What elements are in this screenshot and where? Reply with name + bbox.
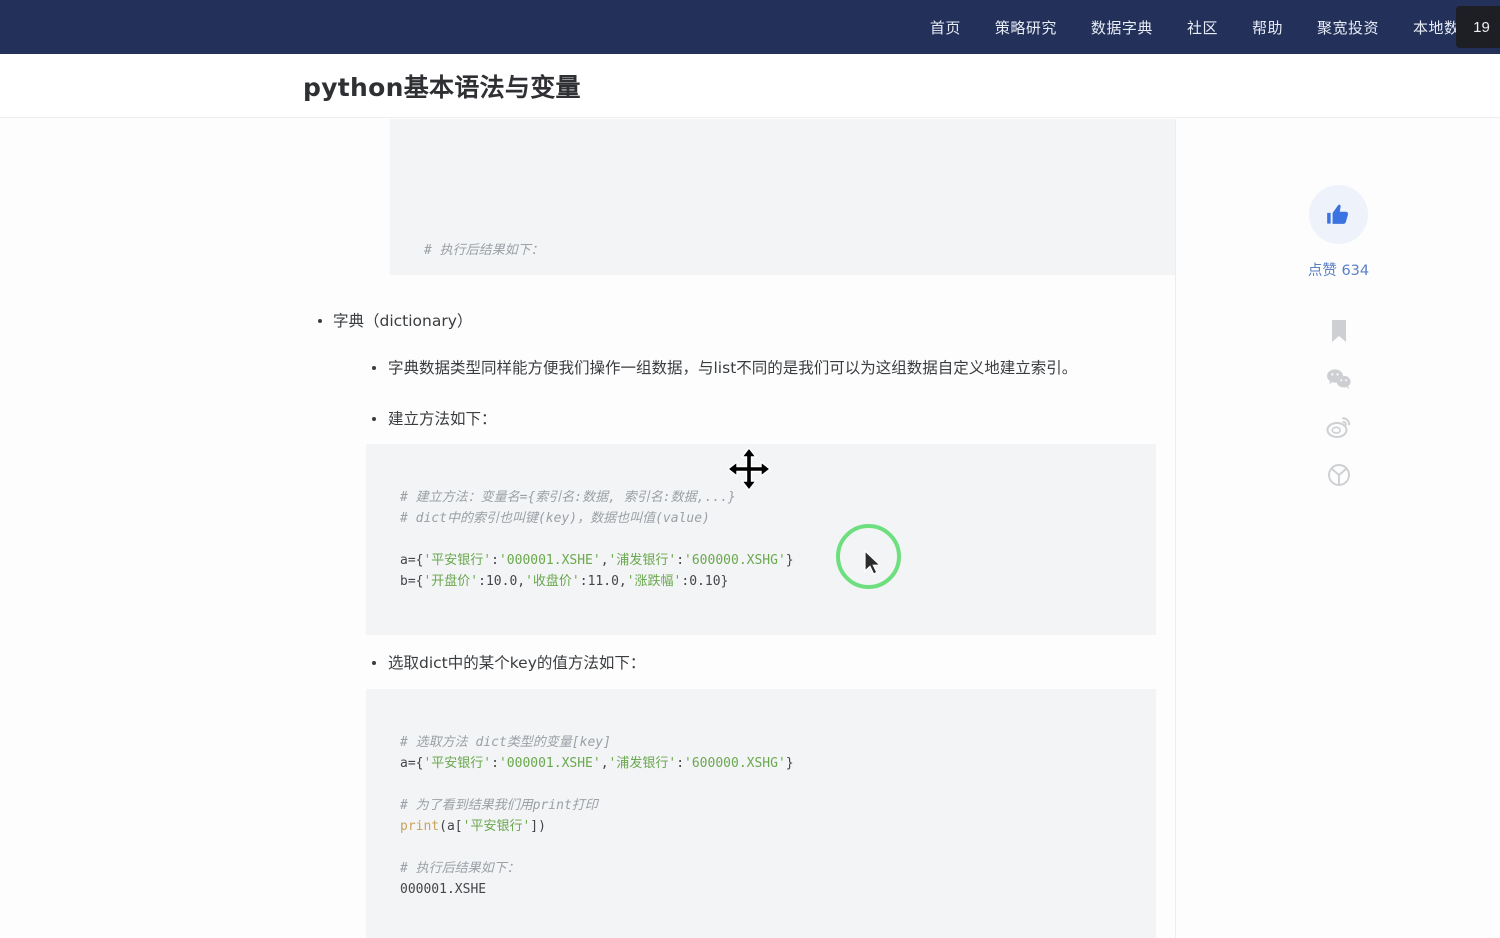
code-string: '浦发银行'	[608, 553, 677, 569]
nav-strategy-research[interactable]: 策略研究	[978, 11, 1074, 44]
code-output: 000001.XSHE	[400, 882, 487, 898]
code-comment-create: # 建立方法：变量名={索引名:数据, 索引名:数据,...}	[400, 490, 736, 506]
page-root: 首页 策略研究 数据字典 社区 帮助 聚宽投资 本地数据 19 python基本…	[0, 0, 1500, 938]
outline-level-2: 字典数据类型同样能方便我们操作一组数据，与list不同的是我们可以为这组数据自定…	[366, 356, 1175, 938]
bookmark-icon[interactable]	[1326, 318, 1352, 344]
dict-intro-text: 字典数据类型同样能方便我们操作一组数据，与list不同的是我们可以为这组数据自定…	[388, 358, 1078, 377]
qzone-icon[interactable]	[1326, 462, 1352, 488]
code-string: '收盘价'	[525, 574, 580, 590]
page-title: python基本语法与变量	[303, 72, 581, 102]
code-token: :	[676, 756, 685, 772]
code-string: '600000.XSHG'	[684, 553, 786, 569]
code-token: :	[491, 553, 499, 569]
share-icon-list	[1326, 318, 1352, 488]
code-string: '000001.XSHE'	[498, 756, 601, 772]
nav-home[interactable]: 首页	[913, 11, 978, 44]
code-token: :11.0,	[579, 574, 627, 590]
code-token: a={	[400, 756, 424, 772]
code-comment-result: # 执行后结果如下：	[400, 861, 520, 877]
nav-community[interactable]: 社区	[1170, 11, 1235, 44]
title-bar: python基本语法与变量	[0, 54, 1500, 118]
code-string: '浦发银行'	[608, 756, 677, 772]
nav-data-dictionary[interactable]: 数据字典	[1074, 11, 1170, 44]
nav-help[interactable]: 帮助	[1235, 11, 1300, 44]
notification-badge[interactable]: 19	[1456, 6, 1500, 48]
nav-joinquant-investment[interactable]: 聚宽投资	[1300, 11, 1396, 44]
article-body: # 执行后结果如下： [3] [1, 2, 3] [4] [1, 2, 3, 4…	[0, 119, 1175, 938]
select-key-heading: 选取dict中的某个key的值方法如下：	[388, 654, 646, 673]
like-button[interactable]: 点赞 634	[1308, 185, 1369, 280]
create-method-heading: 建立方法如下：	[388, 409, 497, 428]
code-comment-print: # 为了看到结果我们用print打印	[400, 798, 598, 814]
article-content: # 执行后结果如下： [3] [1, 2, 3] [4] [1, 2, 3, 4…	[0, 119, 1176, 938]
code-string: '开盘价'	[423, 574, 479, 590]
right-sidebar: 点赞 634	[1177, 119, 1500, 938]
code-block-list-output: # 执行后结果如下： [3] [1, 2, 3] [4] [1, 2, 3, 4…	[390, 119, 1175, 275]
code-token: }	[785, 553, 794, 569]
top-navbar: 首页 策略研究 数据字典 社区 帮助 聚宽投资 本地数据 19	[0, 0, 1500, 54]
code-string: '平安银行'	[462, 819, 531, 835]
list-item-dictionary: 字典（dictionary） 字典数据类型同样能方便我们操作一组数据，与list…	[318, 309, 1175, 938]
list-item-select-key: 选取dict中的某个key的值方法如下： # 选取方法 dict类型的变量[ke…	[366, 651, 1175, 938]
code-comment-select: # 选取方法 dict类型的变量[key]	[400, 735, 611, 751]
weibo-icon[interactable]	[1326, 414, 1352, 440]
code-string: '涨跌幅'	[626, 574, 682, 590]
code-token: :10.0,	[478, 574, 526, 590]
code-token: :0.10}	[681, 574, 729, 590]
code-token: :	[676, 553, 685, 569]
code-block-select-key: # 选取方法 dict类型的变量[key] a={'平安银行':'000001.…	[366, 689, 1156, 938]
like-circle[interactable]	[1308, 185, 1368, 244]
code-token: :	[491, 756, 499, 772]
outline-level-1: 字典（dictionary） 字典数据类型同样能方便我们操作一组数据，与list…	[318, 309, 1175, 938]
dictionary-heading: 字典（dictionary）	[333, 312, 473, 330]
code-line-comment: # 执行后结果如下：	[424, 243, 544, 258]
code-token: ,	[600, 756, 609, 772]
like-count-label: 点赞 634	[1307, 263, 1370, 279]
wechat-icon[interactable]	[1326, 366, 1352, 392]
code-token: (a[	[439, 819, 463, 835]
code-string: '000001.XSHE'	[498, 553, 601, 569]
list-item-dict-intro: 字典数据类型同样能方便我们操作一组数据，与list不同的是我们可以为这组数据自定…	[372, 356, 1175, 381]
code-token: }	[785, 756, 794, 772]
code-token: ])	[530, 819, 546, 835]
code-string: '600000.XSHG'	[684, 756, 786, 772]
code-comment-keyvalue: # dict中的索引也叫键(key)，数据也叫值(value)	[400, 511, 710, 527]
code-token: ,	[600, 553, 609, 569]
thumbs-up-icon	[1327, 204, 1349, 224]
nav-links: 首页 策略研究 数据字典 社区 帮助 聚宽投资 本地数据	[913, 11, 1492, 44]
code-string: '平安银行'	[423, 553, 492, 569]
code-string: '平安银行'	[423, 756, 492, 772]
list-item-create-method: 建立方法如下： # 建立方法：变量名={索引名:数据, 索引名:数据,...} …	[366, 407, 1175, 636]
code-keyword-print: print	[400, 819, 440, 835]
code-token: b={	[400, 574, 424, 590]
code-token: a={	[400, 553, 424, 569]
code-block-create-dict: # 建立方法：变量名={索引名:数据, 索引名:数据,...} # dict中的…	[366, 444, 1156, 636]
